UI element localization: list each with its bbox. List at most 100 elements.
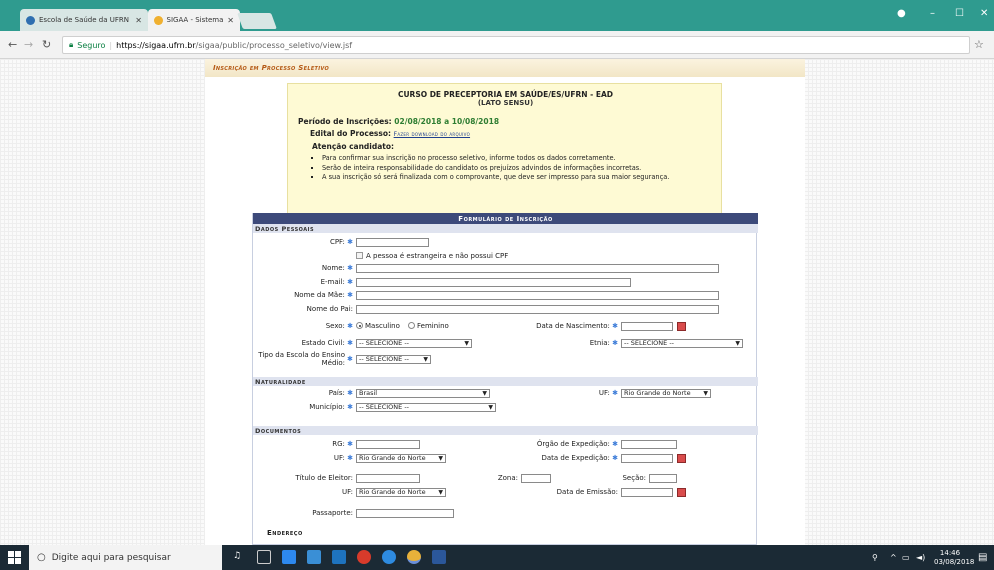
required-icon: ✱ [347,403,353,411]
mail-icon[interactable] [332,550,346,564]
tab-title: SIGAA - Sistema Integrad [166,16,224,24]
microphone-icon[interactable]: ♫ [233,551,241,561]
word-icon[interactable] [432,550,446,564]
doc-uf-value: Rio Grande do Norte [359,454,426,462]
voter-id-input[interactable] [356,474,420,483]
name-input[interactable] [356,264,719,273]
cpf-input[interactable] [356,238,429,247]
issuer-input[interactable] [621,440,677,449]
chevron-down-icon: ▼ [423,356,428,363]
passport-input[interactable] [356,509,454,518]
chevron-down-icon: ▼ [438,455,443,462]
forward-icon[interactable]: → [24,38,33,51]
browser-titlebar: Escola de Saúde da UFRN ✕ SIGAA - Sistem… [0,0,994,31]
close-tab-icon[interactable]: ✕ [227,16,234,25]
page-title: Inscrição em Processo Seletivo [205,59,805,77]
tab-escola-saude[interactable]: Escola de Saúde da UFRN ✕ [20,9,148,31]
required-icon: ✱ [347,238,353,246]
back-icon[interactable]: ← [8,38,17,51]
sigaa-favicon-icon [154,15,163,25]
issue-date-input[interactable] [621,454,673,463]
store-icon[interactable] [307,550,321,564]
sex-male-radio[interactable] [356,322,363,329]
zone-input[interactable] [521,474,551,483]
voter-uf-select[interactable]: Rio Grande do Norte ▼ [356,488,446,497]
chrome-icon[interactable] [407,550,421,564]
close-window-icon[interactable]: ✕ [980,8,988,19]
voter-id-label: Título de Eleitor: [295,474,353,482]
site-favicon-icon [26,15,35,25]
tab-title: Escola de Saúde da UFRN [39,16,129,24]
tray-chevron-icon[interactable]: ^ [890,553,897,562]
ethnicity-select[interactable]: -- SELECIONE -- ▼ [621,339,743,348]
edital-label: Edital do Processo: [310,129,391,138]
country-select[interactable]: Brasil ▼ [356,389,490,398]
calendar-icon[interactable] [677,488,686,497]
new-tab-button[interactable] [237,13,277,29]
voter-uf-label: UF: [342,488,353,496]
required-icon: ✱ [347,355,353,363]
opera-icon[interactable] [357,550,371,564]
uf-select[interactable]: Rio Grande do Norte ▼ [621,389,711,398]
email-input[interactable] [356,278,631,287]
edital-download-link[interactable]: Fazer download do arquivo [394,131,470,138]
email-label: E-mail: [320,278,345,286]
notifications-icon[interactable]: ▤ [978,552,987,563]
sex-male-label: Masculino [365,322,400,330]
taskbar-search[interactable]: ○ Digite aqui para pesquisar [29,545,222,570]
doc-uf-select[interactable]: Rio Grande do Norte ▼ [356,454,446,463]
issuer-label: Órgão de Expedição: [536,440,610,448]
chevron-down-icon: ▼ [464,340,469,347]
edge-icon[interactable] [382,550,396,564]
birth-date-input[interactable] [621,322,673,331]
school-type-select[interactable]: -- SELECIONE -- ▼ [356,355,431,364]
url-host: https://sigaa.ufrn.br [116,40,196,50]
rg-input[interactable] [356,440,420,449]
city-select[interactable]: -- SELECIONE -- ▼ [356,403,496,412]
url-input[interactable]: 🔒︎ Seguro | https://sigaa.ufrn.br/sigaa/… [62,36,970,54]
required-icon: ✱ [612,440,618,448]
file-explorer-icon[interactable] [282,550,296,564]
minimize-icon[interactable]: – [930,8,935,19]
tab-sigaa[interactable]: SIGAA - Sistema Integrad ✕ [148,9,240,31]
clock[interactable]: 14:46 03/08/2018 [934,549,974,567]
period-row: Período de Inscrições: 02/08/2018 a 10/0… [298,117,499,126]
people-icon[interactable]: ⚲ [872,553,878,562]
note-item: Serão de inteira responsabilidade do can… [322,164,704,174]
maximize-icon[interactable]: ☐ [955,8,964,19]
network-icon[interactable]: ▭ [902,553,910,562]
windows-start-icon[interactable] [8,551,21,564]
chevron-down-icon: ▼ [482,390,487,397]
required-icon: ✱ [347,454,353,462]
father-name-input[interactable] [356,305,719,314]
ethnicity-value: -- SELECIONE -- [624,339,675,347]
doc-uf-label: UF: [333,454,345,462]
city-label: Município: [309,403,345,411]
foreigner-checkbox[interactable] [356,252,363,259]
emission-date-input[interactable] [621,488,673,497]
school-type-label-line2: Médio: [321,359,345,367]
cpf-label: CPF: [329,238,345,246]
voter-uf-value: Rio Grande do Norte [359,488,426,496]
mother-name-label: Nome da Mãe: [294,291,345,299]
task-view-icon[interactable] [257,550,271,564]
section-input[interactable] [649,474,677,483]
close-tab-icon[interactable]: ✕ [135,16,142,25]
sex-female-radio[interactable] [408,322,415,329]
reload-icon[interactable]: ↻ [42,38,51,51]
sex-female-label: Feminino [417,322,449,330]
calendar-icon[interactable] [677,322,686,331]
calendar-icon[interactable] [677,454,686,463]
civil-status-select[interactable]: -- SELECIONE -- ▼ [356,339,472,348]
chevron-down-icon: ▼ [735,340,740,347]
profile-icon[interactable]: ● [897,8,906,19]
volume-icon[interactable]: ◄) [916,553,925,562]
bookmark-star-icon[interactable]: ☆ [974,38,984,51]
cortana-icon: ○ [37,552,46,563]
note-item: Para confirmar sua inscrição no processo… [322,154,704,164]
section-label: Seção: [622,474,646,482]
mother-name-input[interactable] [356,291,719,300]
chevron-down-icon: ▼ [438,489,443,496]
notes-list: Para confirmar sua inscrição no processo… [314,154,704,183]
school-type-label-line1: Tipo da Escola do Ensino [258,351,345,359]
